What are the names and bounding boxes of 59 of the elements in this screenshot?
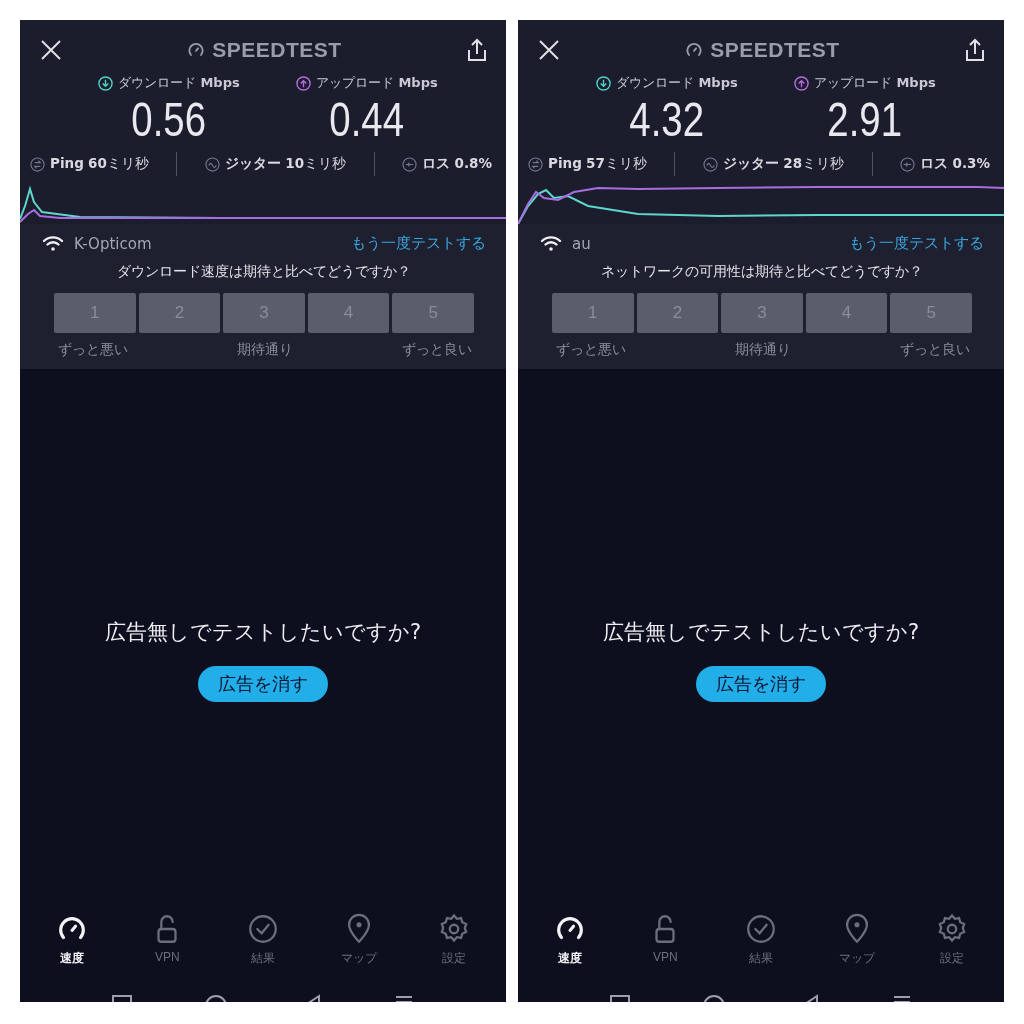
upload-icon [296,75,312,91]
metric-label: ダウンロード Mbps [118,74,240,92]
remove-ads-button[interactable]: 広告を消す [696,666,826,702]
scale-label: 期待通り [735,341,791,359]
nav-tab[interactable]: 設定 [917,911,988,968]
check-circle-icon [246,912,280,946]
network-name: au [572,234,591,253]
retest-link[interactable]: もう一度テストする [849,234,984,253]
rating-question: ダウンロード速度は期待と比べてどうですか？ [116,263,412,281]
nav-tab[interactable]: 結果 [726,911,796,968]
nav-tab[interactable]: 設定 [419,911,490,968]
stat-text: ジッター 28ミリ秒 [723,155,845,173]
stat-text: ジッター 10ミリ秒 [225,155,347,173]
download-icon [596,75,612,91]
stat-text: Ping 60ミリ秒 [50,155,149,173]
share-icon[interactable] [964,38,986,62]
close-icon[interactable] [538,39,560,61]
metric-label: アップロード Mbps [814,74,936,92]
ping-icon [528,156,543,172]
ping-icon [30,156,45,172]
wave-icon [703,156,718,172]
wifi-icon [42,234,64,253]
ad-prompt: 広告無しでテストしたいですか? [104,619,422,646]
speed-value: 2.91 [827,92,903,148]
share-icon[interactable] [466,38,488,62]
scale-label: 期待通り [237,341,293,359]
rating-question: ネットワークの可用性は期待と比べてどうですか？ [600,263,924,281]
metric-label: アップロード Mbps [316,74,438,92]
nav-tab[interactable]: 結果 [228,911,298,968]
speed-value: 4.32 [629,92,705,148]
nav-tab[interactable]: 速度 [534,911,605,968]
nav-tab[interactable]: マップ [323,911,394,968]
stat-text: ロス 0.8% [422,155,492,173]
nav-tab[interactable]: マップ [821,911,892,968]
network-name: K-Opticom [74,234,152,253]
stat-text: ロス 0.3% [920,155,990,173]
close-icon[interactable] [40,39,62,61]
app-title: SPEEDTEST [212,38,342,62]
nav-tab[interactable]: VPN [630,911,701,968]
wifi-icon [540,234,562,253]
download-icon [98,75,114,91]
upload-icon [794,75,810,91]
nav-tab[interactable]: 速度 [36,911,107,968]
check-circle-icon [744,912,778,946]
loss-icon [402,156,418,172]
retest-link[interactable]: もう一度テストする [351,234,486,253]
scale-label: ずっと良い [402,341,472,359]
scale-label: ずっと悪い [58,341,128,359]
speed-value: 0.56 [131,92,207,148]
loss-icon [900,156,916,172]
metric-label: ダウンロード Mbps [616,74,738,92]
ad-prompt: 広告無しでテストしたいですか? [602,619,920,646]
wave-icon [205,156,220,172]
speed-value: 0.44 [329,92,405,148]
nav-tab[interactable]: VPN [132,911,203,968]
scale-label: ずっと良い [900,341,970,359]
scale-label: ずっと悪い [556,341,626,359]
app-title: SPEEDTEST [710,38,840,62]
remove-ads-button[interactable]: 広告を消す [198,666,328,702]
